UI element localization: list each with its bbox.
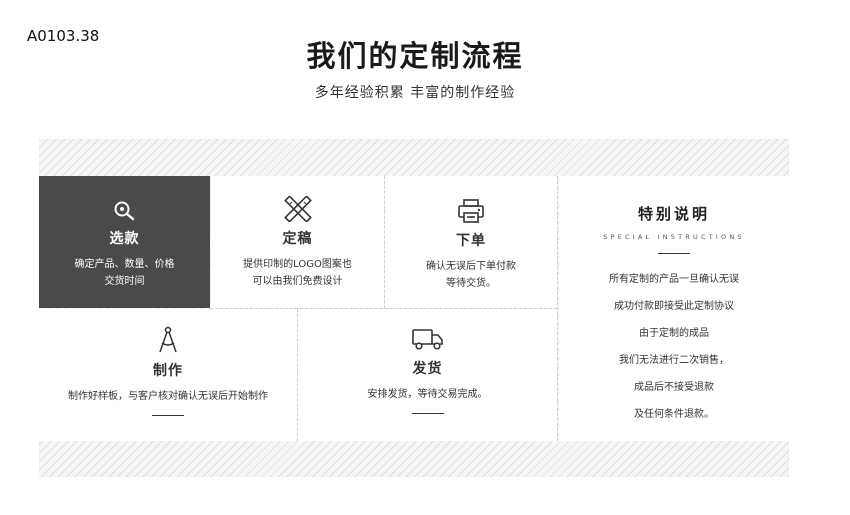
underline-divider — [152, 415, 184, 416]
printer-icon — [458, 199, 484, 223]
step-desc: 制作好样板，与客户核对确认无误后开始制作 — [68, 391, 268, 402]
step-ship-card: 发货 安排发货，等待交易完成。 — [298, 309, 557, 441]
step-name: 定稿 — [282, 231, 313, 247]
step-desc: 确认无误后下单付款 等待交货。 — [426, 261, 516, 289]
search-icon — [114, 201, 134, 221]
step-desc: 确定产品、数量、价格 交货时间 — [74, 259, 175, 287]
process-panel: 选款 确定产品、数量、价格 交货时间 定稿 提供印制的LOGO图案也 可以由我们… — [39, 139, 789, 477]
list-item: 及任何条件退款。 — [634, 409, 714, 420]
divider — [210, 308, 557, 309]
list-item: 所有定制的产品一旦确认无误 — [609, 274, 739, 285]
divider — [557, 176, 558, 441]
truck-icon — [411, 329, 443, 350]
underline-divider — [658, 253, 690, 254]
step-name: 制作 — [153, 363, 183, 379]
list-item: 由于定制的成品 — [639, 328, 709, 339]
list-item: 成功付款即接受此定制协议 — [614, 301, 734, 312]
step-draft-card: 定稿 提供印制的LOGO图案也 可以由我们免费设计 — [211, 176, 384, 308]
special-instructions-card: 特别说明 SPECIAL INSTRUCTIONS 所有定制的产品一旦确认无误 … — [559, 176, 789, 441]
step-order-card: 下单 确认无误后下单付款 等待交货。 — [385, 176, 557, 308]
list-item: 我们无法进行二次销售， — [619, 355, 729, 366]
pencil-ruler-icon — [283, 196, 312, 222]
step-name: 下单 — [456, 233, 486, 249]
step-select-card: 选款 确定产品、数量、价格 交货时间 — [39, 176, 210, 308]
step-produce-card: 制作 制作好样板，与客户核对确认无误后开始制作 — [39, 309, 297, 441]
step-name: 选款 — [109, 231, 140, 247]
step-name: 发货 — [412, 361, 443, 377]
step-desc: 安排发货，等待交易完成。 — [367, 389, 488, 400]
compass-icon — [159, 326, 177, 353]
divider — [384, 176, 385, 308]
list-item: 成品后不接受退款 — [634, 382, 714, 393]
page-subtitle: 多年经验积累 丰富的制作经验 — [314, 85, 516, 101]
special-title: 特别说明 — [637, 205, 710, 223]
page-title: 我们的定制流程 — [306, 39, 524, 73]
special-list: 所有定制的产品一旦确认无误 成功付款即接受此定制协议 由于定制的成品 我们无法进… — [559, 266, 789, 428]
divider — [297, 309, 298, 441]
special-subtitle: SPECIAL INSTRUCTIONS — [603, 233, 745, 241]
underline-divider — [411, 413, 444, 414]
step-desc: 提供印制的LOGO图案也 可以由我们免费设计 — [243, 259, 352, 287]
